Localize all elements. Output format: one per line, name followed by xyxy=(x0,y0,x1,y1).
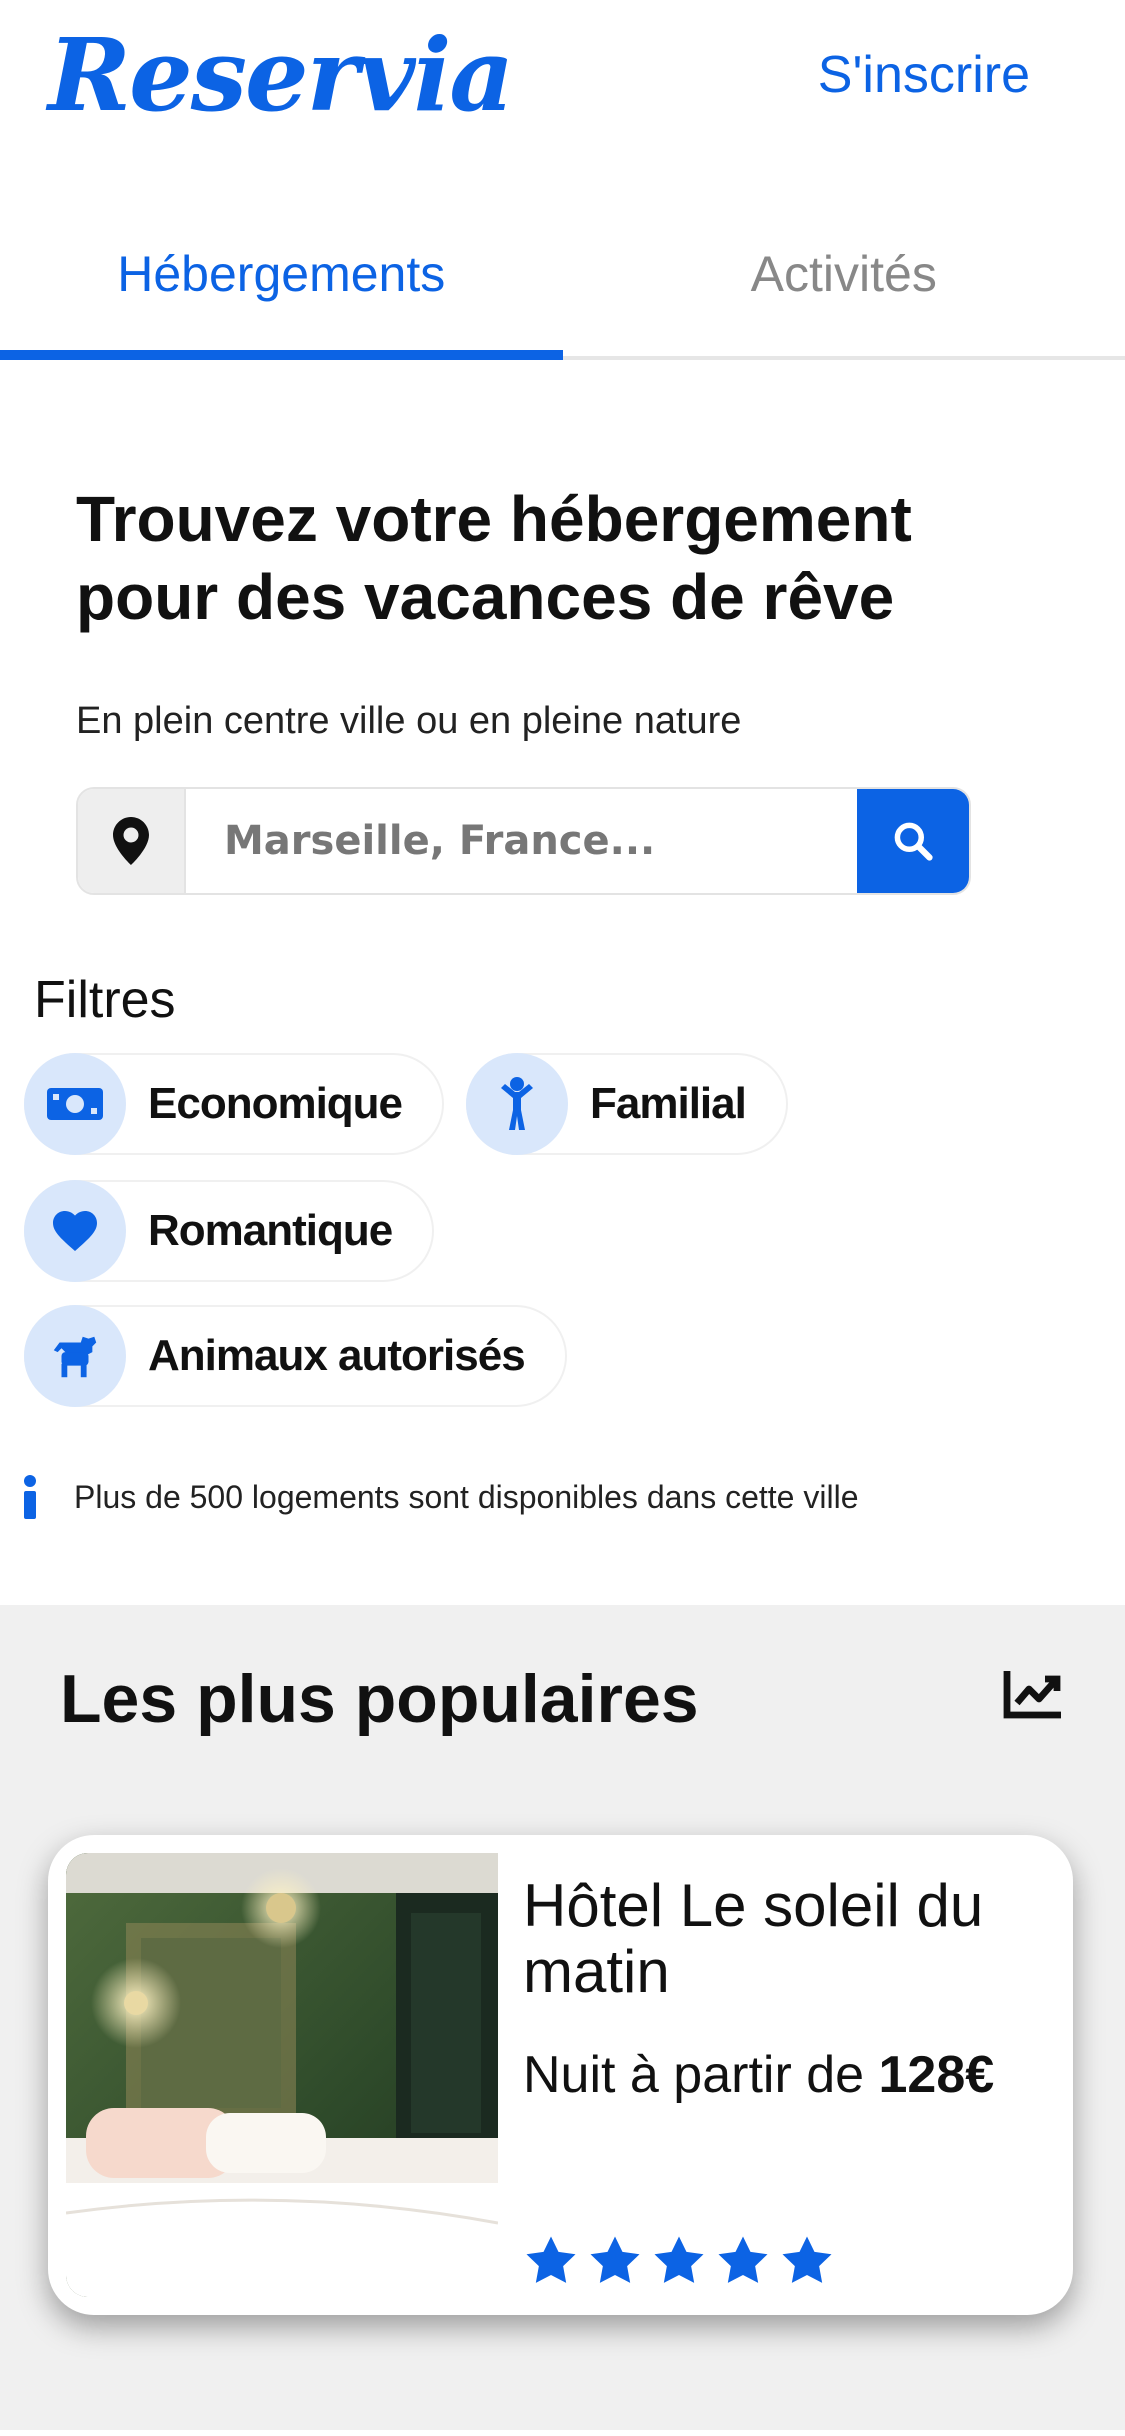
info-text: Plus de 500 logements sont disponibles d… xyxy=(74,1478,859,1515)
trending-chart-icon xyxy=(1003,1671,1061,1719)
popular-section: Les plus populaires Hôtel Le soleil du m… xyxy=(0,1605,1125,2430)
star-icon xyxy=(590,2236,640,2283)
child-icon xyxy=(466,1053,568,1155)
page-title: Trouvez votre hébergement pour des vacan… xyxy=(76,483,912,633)
tab-hebergements[interactable]: Hébergements xyxy=(0,215,563,360)
star-icon xyxy=(718,2236,768,2283)
price-prefix: Nuit à partir de xyxy=(523,2046,865,2104)
info-line: Plus de 500 logements sont disponibles d… xyxy=(22,1475,858,1519)
price-value: 128€ xyxy=(878,2046,995,2104)
filter-label: Economique xyxy=(148,1079,403,1128)
search-button[interactable] xyxy=(857,789,969,893)
filter-label: Romantique xyxy=(148,1206,393,1255)
search-input[interactable] xyxy=(186,789,857,893)
heart-icon xyxy=(24,1180,126,1282)
money-icon xyxy=(24,1053,126,1155)
search-icon xyxy=(894,822,933,861)
star-icon xyxy=(782,2236,832,2283)
star-icon xyxy=(526,2236,576,2283)
info-icon xyxy=(24,1475,36,1519)
dog-icon xyxy=(24,1305,126,1407)
filters-title: Filtres xyxy=(34,971,176,1029)
filter-economique[interactable]: Economique xyxy=(24,1053,445,1155)
tab-bar: Hébergements Activités xyxy=(0,215,1125,360)
rating-stars xyxy=(523,2233,835,2289)
hero-subtitle: En plein centre ville ou en pleine natur… xyxy=(76,700,742,742)
hotel-photo xyxy=(66,1853,498,2297)
hotel-name: Hôtel Le soleil du matin xyxy=(523,1872,984,2005)
hotel-price: Nuit à partir de 128€ xyxy=(523,2045,994,2105)
filter-label: Familial xyxy=(590,1079,747,1128)
logo[interactable]: Reservia xyxy=(48,16,514,134)
header: Reservia S'inscrire xyxy=(0,0,1125,180)
star-icon xyxy=(654,2236,704,2283)
hotel-card[interactable]: Hôtel Le soleil du matin Nuit à partir d… xyxy=(48,1835,1073,2315)
popular-title: Les plus populaires xyxy=(60,1661,699,1737)
filter-animaux[interactable]: Animaux autorisés xyxy=(24,1305,567,1407)
filter-familial[interactable]: Familial xyxy=(466,1053,788,1155)
search-bar xyxy=(76,787,971,895)
filter-label: Animaux autorisés xyxy=(148,1331,526,1380)
signup-link[interactable]: S'inscrire xyxy=(818,45,1030,105)
filter-romantique[interactable]: Romantique xyxy=(24,1180,435,1282)
location-pin-icon xyxy=(78,789,186,893)
tab-activites[interactable]: Activités xyxy=(563,215,1125,356)
